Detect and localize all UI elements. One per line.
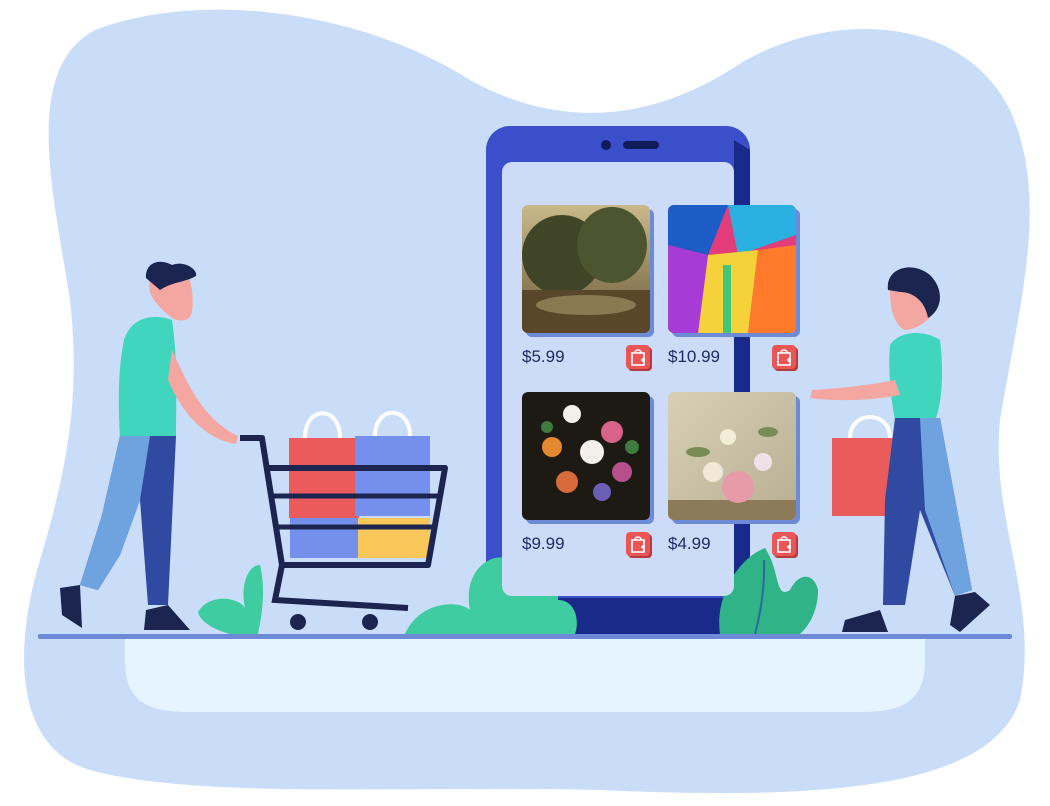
flower-bouquet-dark-painting[interactable] bbox=[522, 392, 650, 520]
add-to-cart-button[interactable] bbox=[772, 532, 796, 556]
add-to-cart-bag-icon bbox=[631, 536, 645, 553]
phone-camera bbox=[601, 140, 611, 150]
add-to-cart-button[interactable] bbox=[626, 532, 650, 556]
colorful-abstract-painting[interactable] bbox=[668, 205, 796, 333]
phone-screen: $5.99 $10.99 $9.99 $4.99 bbox=[502, 162, 796, 596]
product-price: $4.99 bbox=[668, 534, 711, 553]
add-to-cart-bag-icon bbox=[777, 536, 791, 553]
product-card[interactable]: $4.99 bbox=[668, 392, 798, 556]
floor-platform bbox=[125, 639, 925, 712]
floor-line bbox=[38, 634, 1012, 639]
product-card[interactable]: $5.99 bbox=[522, 205, 652, 369]
rose-still-life-painting[interactable] bbox=[668, 392, 796, 520]
forest-landscape-painting[interactable] bbox=[522, 205, 650, 333]
add-to-cart-bag-icon bbox=[631, 349, 645, 366]
add-to-cart-button[interactable] bbox=[626, 345, 650, 369]
add-to-cart-bag-icon bbox=[777, 349, 791, 366]
product-price: $5.99 bbox=[522, 347, 565, 366]
product-price: $9.99 bbox=[522, 534, 565, 553]
add-to-cart-button[interactable] bbox=[772, 345, 796, 369]
product-card[interactable]: $9.99 bbox=[522, 392, 652, 556]
product-card[interactable]: $10.99 bbox=[668, 205, 798, 369]
product-price: $10.99 bbox=[668, 347, 720, 366]
phone-speaker bbox=[623, 141, 659, 149]
